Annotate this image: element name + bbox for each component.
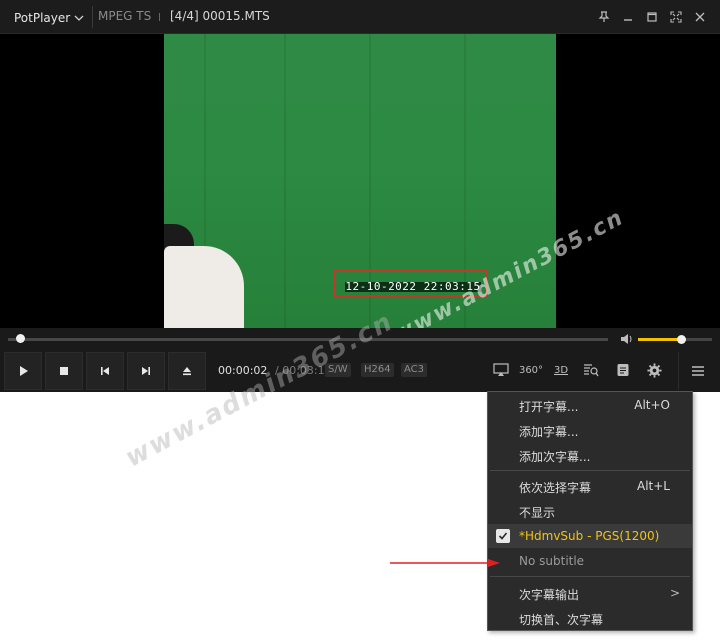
seek-knob[interactable]: [16, 334, 25, 343]
video-area[interactable]: 12-10-2022 22:03:15 www.admin365.cn: [0, 34, 720, 348]
menu-item-hdmvsub-pgs[interactable]: *HdmvSub - PGS(1200): [488, 524, 692, 548]
video-codec-tag[interactable]: H264: [361, 363, 394, 377]
fabric-fold: [284, 34, 286, 328]
stop-icon: [60, 367, 68, 375]
control-bar: 00:00:02 / 00:03:16 S/W H264 AC3 360° 3D: [0, 350, 720, 392]
settings-button[interactable]: [643, 360, 665, 380]
previous-icon: [101, 367, 109, 375]
annotation-arrow-icon: [390, 559, 500, 567]
360-icon: 360°: [518, 364, 544, 376]
person-shoulder: [164, 246, 244, 328]
3d-icon: 3D: [553, 364, 569, 376]
seek-track[interactable]: [8, 338, 608, 341]
shortcut-label: Alt+O: [634, 398, 670, 412]
stop-button[interactable]: [45, 352, 83, 390]
previous-button[interactable]: [86, 352, 124, 390]
title-bar: PotPlayer MPEG TS [4/4] 00015.MTS: [0, 0, 720, 34]
maximize-button[interactable]: [643, 8, 661, 26]
settings-icon: [646, 362, 662, 378]
divider: [159, 13, 160, 21]
pin-icon: [598, 11, 610, 22]
airplay-icon: [493, 363, 509, 376]
format-label: MPEG TS: [98, 9, 152, 23]
menu-icon: [692, 366, 704, 376]
volume-knob[interactable]: [676, 335, 686, 344]
menu-item-swap-subtitles[interactable]: 切换首、次字幕: [488, 606, 692, 630]
menu-divider: [490, 576, 690, 577]
minimize-icon: [624, 19, 632, 21]
chevron-down-icon: [74, 15, 84, 21]
airplay-button[interactable]: [490, 360, 512, 380]
fullscreen-button[interactable]: [667, 8, 685, 26]
audio-codec-tag[interactable]: AC3: [401, 363, 428, 377]
vr-360-button[interactable]: 360°: [518, 360, 544, 380]
eject-button[interactable]: [168, 352, 206, 390]
close-button[interactable]: [691, 8, 709, 26]
volume-level: [638, 338, 681, 341]
menu-item-no-subtitle[interactable]: No subtitle: [488, 549, 692, 573]
app-name: PotPlayer: [14, 10, 71, 25]
subtitle-button[interactable]: [612, 360, 634, 380]
minimize-button[interactable]: [619, 8, 637, 26]
menu-item-cycle-subtitle[interactable]: 依次选择字幕 Alt+L: [488, 474, 692, 498]
pin-button[interactable]: [595, 8, 613, 26]
menu-item-hide-subtitle[interactable]: 不显示: [488, 499, 692, 523]
next-icon: [142, 367, 150, 375]
playlist-search-button[interactable]: [580, 360, 602, 380]
maximize-icon: [647, 12, 657, 22]
next-button[interactable]: [127, 352, 165, 390]
close-icon: [695, 12, 705, 22]
file-name: [4/4] 00015.MTS: [170, 9, 270, 23]
main-menu-button[interactable]: [678, 352, 717, 390]
divider: [92, 6, 93, 28]
fullscreen-icon: [670, 11, 682, 23]
shortcut-label: Alt+L: [637, 479, 670, 493]
subtitle-context-menu: 打开字幕... Alt+O 添加字幕... 添加次字幕... 依次选择字幕 Al…: [487, 391, 693, 631]
volume-icon[interactable]: [620, 333, 634, 345]
checkmark-icon: [496, 529, 510, 543]
play-icon: [20, 366, 28, 376]
menu-item-add-secondary-subtitle[interactable]: 添加次字幕...: [488, 443, 692, 467]
playlist-search-icon: [584, 364, 599, 377]
3d-button[interactable]: 3D: [550, 360, 572, 380]
subtitle-icon: [617, 364, 629, 376]
submenu-arrow-icon: >: [669, 586, 680, 600]
app-menu-button[interactable]: PotPlayer: [4, 4, 90, 31]
eject-icon: [183, 367, 191, 376]
menu-item-open-subtitle[interactable]: 打开字幕... Alt+O: [488, 393, 692, 417]
volume-slider[interactable]: [638, 335, 712, 344]
play-button[interactable]: [4, 352, 42, 390]
menu-item-add-subtitle[interactable]: 添加字幕...: [488, 418, 692, 442]
menu-item-secondary-output[interactable]: 次字幕输出 >: [488, 581, 692, 605]
menu-divider: [490, 470, 690, 471]
